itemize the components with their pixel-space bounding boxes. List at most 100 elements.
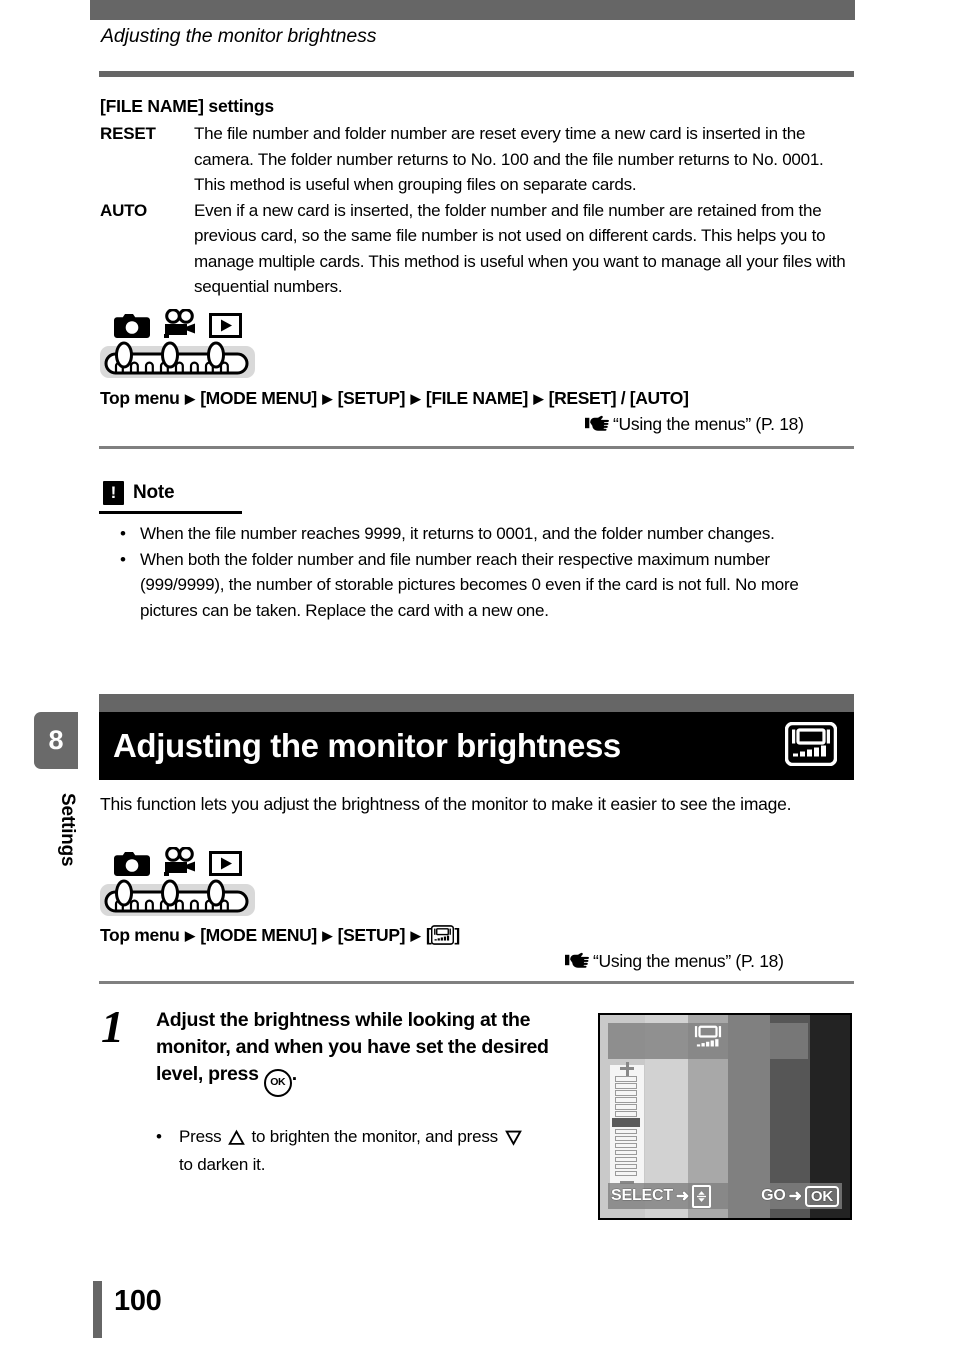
camera-monitor-preview: SELECT ➜ GO ➜ OK — [598, 1013, 852, 1220]
slider-segment — [614, 1142, 637, 1148]
screen-title-bar — [608, 1023, 808, 1059]
header-band — [90, 0, 855, 20]
step-sub-text-a: Press — [179, 1127, 226, 1146]
down-triangle-icon — [504, 1129, 522, 1153]
reference-using-the-menus: “Using the menus” (P. 18) — [565, 951, 784, 974]
exclamation-icon: ! — [103, 481, 124, 505]
step-instruction: Adjust the brightness while looking at t… — [156, 1007, 556, 1097]
slider-segment — [614, 1097, 637, 1103]
slider-segment — [614, 1083, 637, 1089]
note-list-item: • When both the folder number and file n… — [120, 547, 857, 624]
menu-path-file-name: Top menu ▶ [MODE MENU] ▶ [SETUP] ▶ [FILE… — [100, 388, 689, 409]
up-down-pad-icon — [692, 1184, 712, 1208]
reference-text: “Using the menus” (P. 18) — [613, 414, 804, 434]
step-number: 1 — [101, 1001, 124, 1052]
section-intro-text: This function lets you adjust the bright… — [100, 794, 792, 814]
slider-segment — [614, 1104, 637, 1110]
movie-icon — [161, 308, 198, 338]
up-triangle-icon — [228, 1129, 245, 1153]
definition-row: RESET The file number and folder number … — [100, 121, 855, 198]
note-item-text: When the file number reaches 9999, it re… — [140, 524, 775, 543]
mode-dial-icon — [100, 878, 255, 916]
arrow-right-icon: ➜ — [788, 1188, 802, 1205]
path-arrow-icon: ▶ — [185, 927, 195, 943]
monitor-brightness-icon — [784, 721, 854, 771]
section-divider-rule — [99, 981, 854, 984]
menu-path-step: [FILE NAME] — [425, 388, 528, 408]
banner-top-band — [99, 694, 854, 712]
footer-bar — [93, 1281, 102, 1338]
menu-path-step: [SETUP] — [337, 388, 406, 408]
note-list-item: • When the file number reaches 9999, it … — [120, 521, 857, 547]
chapter-number: 8 — [48, 725, 64, 755]
note-underline — [99, 511, 242, 514]
menu-path-start: Top menu — [100, 925, 180, 945]
reference-text: “Using the menus” (P. 18) — [593, 951, 784, 971]
brightness-slider[interactable] — [610, 1061, 644, 1195]
slider-thumb[interactable] — [611, 1118, 640, 1127]
menu-path-step: [SETUP] — [337, 925, 406, 945]
screen-status-bar: SELECT ➜ GO ➜ OK — [608, 1183, 842, 1209]
path-arrow-icon: ▶ — [322, 927, 333, 943]
step-instruction-text: Adjust the brightness while looking at t… — [156, 1009, 549, 1085]
arrow-right-icon: ➜ — [675, 1188, 690, 1205]
mode-availability-group — [100, 308, 255, 378]
movie-icon — [161, 846, 198, 876]
note-list: • When the file number reaches 9999, it … — [120, 521, 857, 623]
bullet-icon: • — [120, 549, 126, 569]
note-heading: ! Note — [103, 481, 175, 505]
slider-segment — [614, 1156, 637, 1162]
go-hint: GO ➜ OK — [761, 1185, 839, 1207]
go-label: GO — [761, 1187, 786, 1204]
definition-term: RESET — [100, 124, 156, 143]
hand-pointer-icon — [565, 951, 591, 974]
slider-segment — [614, 1076, 637, 1082]
slider-segment — [614, 1135, 637, 1141]
step-sub-text-c: to darken it. — [179, 1155, 266, 1174]
step-instruction-period: . — [291, 1063, 297, 1085]
path-arrow-icon: ▶ — [410, 390, 421, 406]
menu-path-start: Top menu — [100, 388, 180, 408]
slider-segment — [614, 1163, 637, 1169]
slider-segment — [614, 1128, 637, 1134]
path-arrow-icon: ▶ — [322, 390, 333, 406]
menu-path-step: [RESET] / [AUTO] — [548, 388, 689, 408]
slider-segment — [614, 1170, 637, 1176]
hand-pointer-icon — [585, 414, 611, 437]
section-divider-rule — [99, 446, 854, 449]
running-head: Adjusting the monitor brightness — [101, 25, 377, 47]
section-banner: Adjusting the monitor brightness — [99, 712, 854, 780]
definition-term: AUTO — [100, 200, 148, 220]
note-item-text: When both the folder number and file num… — [140, 549, 799, 620]
mode-icons-row — [100, 308, 255, 338]
header-rule — [99, 71, 854, 77]
menu-path-brightness: Top menu ▶ [MODE MENU] ▶ [SETUP] ▶ [ ] — [100, 925, 460, 950]
menu-path-step: [MODE MENU] — [200, 925, 317, 945]
note-label: Note — [133, 482, 175, 503]
ok-button-icon: OK — [804, 1185, 839, 1207]
slider-track[interactable] — [611, 1076, 640, 1176]
step-sub-text-b: to brighten the monitor, and press — [246, 1127, 503, 1146]
mode-availability-group — [100, 846, 255, 916]
chapter-tab: 8 — [34, 712, 78, 769]
monitor-brightness-icon — [431, 925, 455, 950]
select-hint: SELECT ➜ — [611, 1184, 712, 1208]
chapter-label: Settings — [57, 793, 78, 867]
bullet-icon: • — [156, 1127, 162, 1146]
slider-segment — [614, 1090, 637, 1096]
ok-button-icon: OK — [263, 1069, 292, 1097]
select-label: SELECT — [611, 1187, 673, 1204]
page-number: 100 — [114, 1285, 162, 1317]
mode-dial-icon — [100, 340, 255, 378]
bullet-icon: • — [120, 524, 126, 543]
reference-using-the-menus: “Using the menus” (P. 18) — [585, 414, 804, 437]
path-arrow-icon: ▶ — [410, 927, 421, 943]
definition-body: Even if a new card is inserted, the fold… — [194, 200, 846, 297]
menu-path-step: [MODE MENU] — [200, 388, 317, 408]
file-name-definition-list: RESET The file number and folder number … — [100, 121, 855, 300]
camera-icon — [114, 311, 150, 338]
banner-title: Adjusting the monitor brightness — [113, 727, 621, 764]
slider-segment — [614, 1111, 637, 1117]
step-sub-note: • Press to brighten the monitor, and pre… — [156, 1125, 536, 1177]
plus-icon — [620, 1061, 634, 1076]
